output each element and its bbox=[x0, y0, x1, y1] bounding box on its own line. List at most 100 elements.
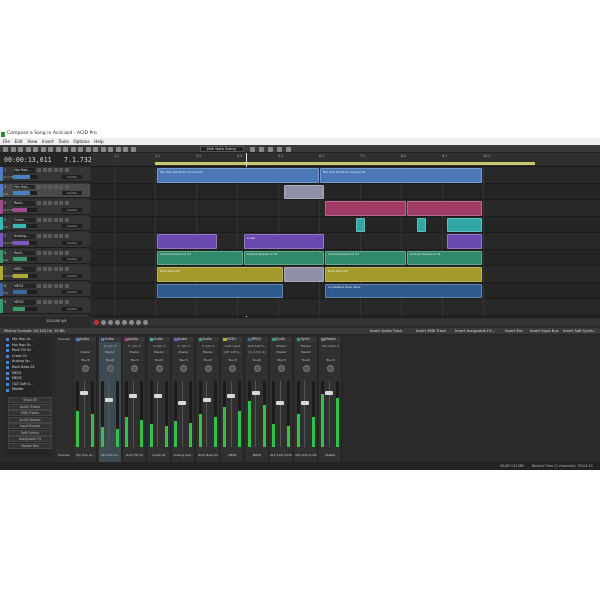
cut-icon[interactable] bbox=[33, 146, 38, 152]
mute-icon[interactable] bbox=[37, 217, 41, 222]
mute-icon[interactable] bbox=[37, 168, 41, 172]
track-lane[interactable] bbox=[91, 299, 600, 316]
menu-view[interactable]: View bbox=[25, 138, 40, 145]
ruler[interactable]: 1.1 2.1 3.1 4.1 5.1 6.1 7.1 8.1 9.1 10.1 bbox=[91, 153, 600, 167]
fx-icon[interactable] bbox=[53, 283, 58, 288]
track-pan-slider[interactable]: Center bbox=[62, 257, 82, 261]
strip-header[interactable]: Synth bbox=[271, 337, 292, 342]
channel-strip[interactable]: MED2 OLE Soft S... [In 1] [In 4] Touch MED2 bbox=[245, 337, 269, 462]
audio-clip[interactable]: Analog Sequence 01 bbox=[243, 250, 325, 265]
track-header[interactable]: 8 MED1 Out Center bbox=[0, 282, 90, 298]
go-end-button[interactable] bbox=[143, 320, 148, 325]
audio-clip[interactable] bbox=[284, 184, 325, 199]
strip-input[interactable]: Auto Input bbox=[222, 344, 243, 348]
fx-icon[interactable] bbox=[53, 234, 58, 238]
strip-header[interactable]: Audio bbox=[197, 337, 219, 342]
channel-strip[interactable]: Audio In 1/In 2 Master Touch Rock Bass 04 bbox=[196, 337, 220, 462]
timeline[interactable]: 1.1 2.1 3.1 4.1 5.1 6.1 7.1 8.1 9.1 10.1 Hip Hop … bbox=[91, 153, 600, 317]
audio-clip[interactable] bbox=[447, 234, 482, 249]
erase-tool-icon[interactable] bbox=[93, 146, 98, 152]
track-header[interactable]: 1 Hip Hop... -6.2 dB Center bbox=[0, 167, 90, 182]
mixer-filter-button[interactable]: Show All bbox=[8, 397, 52, 403]
track-volume-slider[interactable] bbox=[13, 191, 37, 195]
audio-clip[interactable] bbox=[355, 217, 365, 232]
strip-header[interactable]: Audio bbox=[148, 337, 170, 342]
checkbox-icon[interactable] bbox=[6, 355, 9, 359]
checkbox-icon[interactable] bbox=[6, 377, 9, 381]
more-icon[interactable] bbox=[64, 250, 69, 255]
automation-icon[interactable] bbox=[59, 201, 63, 205]
pan-knob[interactable] bbox=[229, 365, 236, 372]
select-tool-icon[interactable] bbox=[78, 146, 83, 152]
pan-knob[interactable] bbox=[204, 365, 212, 372]
strip-output[interactable]: Master bbox=[100, 350, 121, 354]
strip-output[interactable]: Master bbox=[149, 350, 170, 354]
audio-clip[interactable] bbox=[447, 217, 482, 232]
undo-icon[interactable] bbox=[55, 146, 61, 152]
volume-fader[interactable] bbox=[325, 390, 333, 395]
pause-button[interactable] bbox=[122, 320, 127, 325]
menu-edit[interactable]: Edit bbox=[12, 138, 25, 145]
arm-icon[interactable] bbox=[48, 184, 52, 189]
automation-icon[interactable] bbox=[59, 217, 63, 222]
checkbox-icon[interactable] bbox=[6, 343, 9, 347]
fx-icon[interactable] bbox=[277, 146, 282, 152]
channel-strip[interactable]: Audio Master Touch Hip Hop Gr... bbox=[74, 337, 97, 462]
checkbox-icon[interactable] bbox=[6, 371, 9, 375]
fx-icon[interactable] bbox=[53, 217, 58, 222]
paste-icon[interactable] bbox=[48, 146, 53, 152]
mute-icon[interactable] bbox=[37, 267, 41, 271]
volume-fader[interactable] bbox=[227, 394, 235, 399]
track-name[interactable]: Crash... bbox=[13, 217, 35, 222]
track-name[interactable]: Rock... bbox=[13, 201, 35, 206]
strip-automation-mode[interactable]: Touch bbox=[173, 358, 194, 362]
strip-output[interactable]: Master bbox=[75, 350, 96, 354]
pan-knob[interactable] bbox=[180, 365, 187, 372]
strip-header[interactable]: Master bbox=[320, 337, 341, 342]
solo-icon[interactable] bbox=[42, 168, 47, 172]
fx-icon[interactable] bbox=[53, 184, 58, 189]
mixer-list-item[interactable]: Master bbox=[4, 387, 52, 393]
more-icon[interactable] bbox=[64, 234, 69, 238]
pan-knob[interactable] bbox=[155, 365, 163, 372]
volume-fader[interactable] bbox=[153, 394, 162, 399]
strip-output[interactable]: [In 1] [In 4] bbox=[247, 350, 268, 354]
strip-automation-mode[interactable]: Touch bbox=[149, 358, 170, 362]
channel-strip[interactable]: Synth Master Master Touch OLE Soft Synth 1 [… bbox=[294, 337, 318, 462]
channel-strip[interactable]: MED1 Auto Input OLE Soft S... Touch MED1 bbox=[221, 337, 244, 462]
track-volume-slider[interactable] bbox=[13, 273, 37, 278]
strip-automation-mode[interactable]: Touch bbox=[124, 358, 145, 362]
play-button[interactable] bbox=[115, 320, 120, 325]
beatmapper-icon[interactable] bbox=[130, 146, 136, 152]
audio-clip[interactable]: Crash bbox=[243, 234, 325, 249]
track-pan-slider[interactable]: Center bbox=[62, 224, 82, 228]
solo-icon[interactable] bbox=[42, 184, 47, 189]
track-header[interactable]: 3 Rock... -8.2 dB Center bbox=[0, 200, 90, 215]
checkbox-icon[interactable] bbox=[6, 383, 9, 387]
fx-icon[interactable] bbox=[53, 250, 58, 255]
checkbox-icon[interactable] bbox=[6, 388, 9, 392]
audio-clip[interactable] bbox=[406, 201, 482, 216]
strip-automation-mode[interactable]: Touch bbox=[222, 358, 243, 362]
strip-input[interactable]: In 1/In 2 bbox=[173, 344, 194, 348]
pan-knob[interactable] bbox=[82, 365, 89, 372]
track-lane[interactable] bbox=[91, 183, 600, 200]
volume-fader[interactable] bbox=[276, 400, 284, 405]
automation-icon[interactable] bbox=[59, 267, 63, 271]
snap-icon[interactable] bbox=[108, 146, 113, 152]
pan-knob[interactable] bbox=[327, 365, 334, 372]
track-lane[interactable] bbox=[91, 216, 600, 233]
track-pan-slider[interactable]: Center bbox=[62, 174, 82, 179]
strip-output[interactable]: Master bbox=[296, 350, 317, 354]
strip-header[interactable]: Audio bbox=[124, 337, 145, 342]
channel-strip[interactable]: Audio In 1/In 2 Master Touch Hip Hop Gr... bbox=[98, 337, 122, 462]
track-header[interactable]: 4 Crash... Out Center bbox=[0, 216, 90, 232]
audio-clip[interactable]: Crystalline Harp Note bbox=[325, 283, 482, 298]
fx-icon[interactable] bbox=[53, 168, 58, 172]
track-header[interactable]: 9 MED2 Center bbox=[0, 299, 90, 314]
arm-icon[interactable] bbox=[48, 300, 52, 304]
volume-fader[interactable] bbox=[202, 397, 211, 402]
track-name[interactable]: Hip Hop... bbox=[13, 184, 35, 189]
solo-icon[interactable] bbox=[42, 300, 47, 304]
zoom-tool-icon[interactable] bbox=[100, 146, 106, 152]
